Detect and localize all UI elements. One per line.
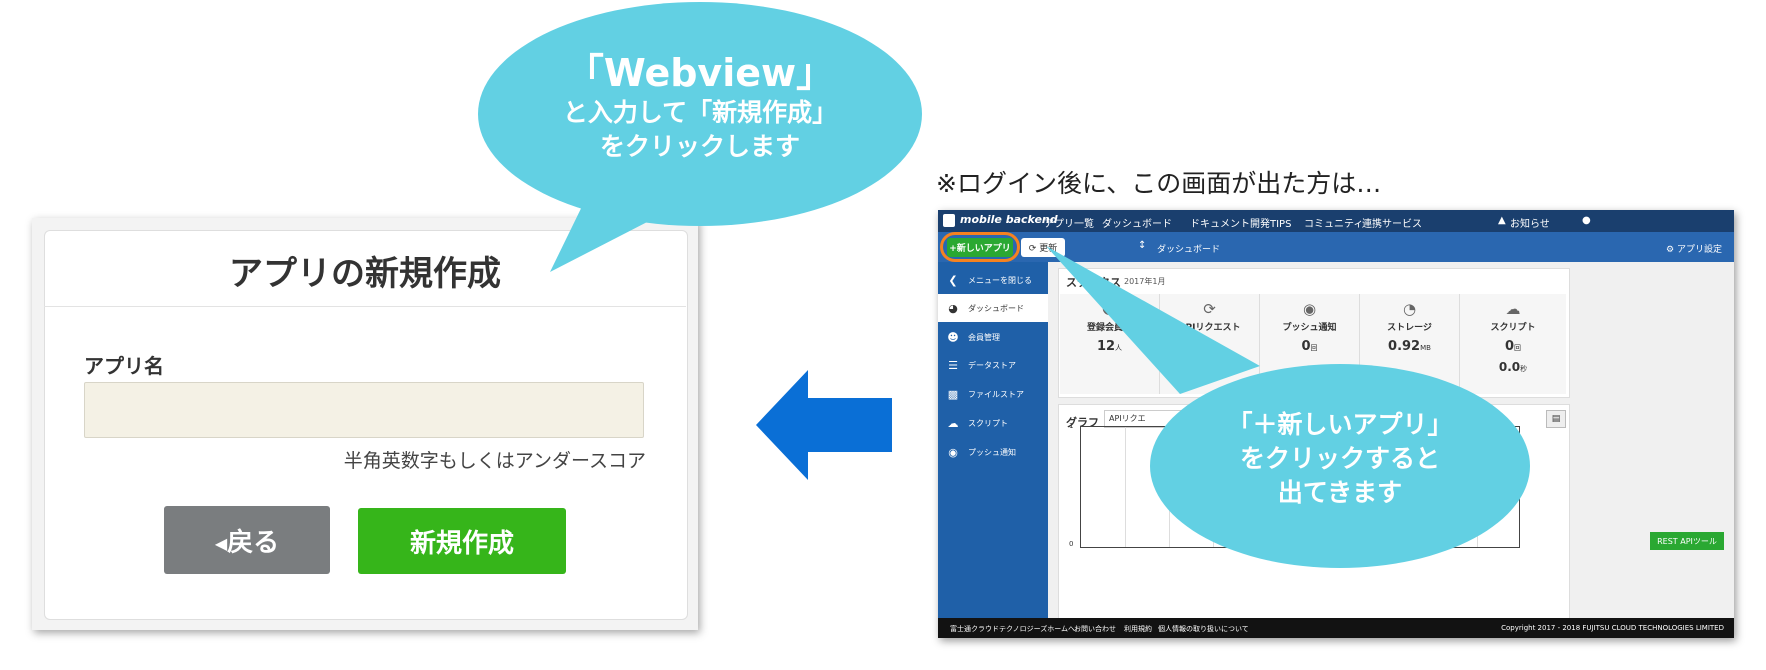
footer-copyright: Copyright 2017 - 2018 FUJITSU CLOUD TECH… (1501, 624, 1724, 632)
arrow-left-circle-icon: ❮ (948, 273, 958, 287)
file-icon: ▩ (947, 387, 959, 401)
callout-top-line2: と入力して「新規作成」 (562, 98, 838, 127)
sidebar-item-label: プッシュ通知 (968, 447, 1016, 457)
app-name-input[interactable] (84, 382, 644, 438)
footer-link-home[interactable]: 富士通クラウドテクノロジーズホームへ (950, 624, 1075, 634)
nav-dev-tips[interactable]: 開発TIPS (1250, 215, 1291, 230)
gear-icon: ⚙ (1666, 245, 1675, 255)
callout-top-text: 「Webview」 と入力して「新規作成」 をクリックします (450, 50, 950, 164)
callout-bottom-line3: 出てきます (1277, 478, 1403, 507)
back-button[interactable]: ◀戻る (164, 506, 330, 574)
nav-notifications[interactable]: お知らせ (1510, 215, 1550, 230)
gauge-icon: ◕ (948, 301, 958, 315)
sidebar-item-label: データストア (968, 360, 1016, 370)
sidebar-item-label: 会員管理 (968, 332, 1000, 342)
nav-community[interactable]: コミュニティ (1304, 215, 1363, 230)
footer-link-privacy[interactable]: 個人情報の取り扱いについて (1158, 624, 1249, 634)
callout-bottom-line1: 「＋新しいアプリ」 (1227, 410, 1453, 439)
footer-link-terms[interactable]: 利用規約 (1124, 624, 1152, 634)
app-settings-label: アプリ設定 (1676, 245, 1722, 255)
login-note: ※ログイン後に、この画面が出た方は… (936, 169, 1382, 198)
logo-icon (943, 214, 955, 227)
app-name-hint: 半角英数字もしくはアンダースコア (343, 450, 646, 472)
app-logo: mobile backend (960, 213, 1058, 226)
rest-api-tool-button[interactable]: REST APIツール (1650, 532, 1724, 550)
app-settings-link[interactable]: ⚙ アプリ設定 (1666, 242, 1722, 255)
app-name-label: アプリ名 (84, 354, 164, 378)
sidebar-item-label: ダッシュボード (968, 303, 1024, 313)
nav-documents[interactable]: ドキュメント (1190, 215, 1250, 230)
users-icon: ☻ (947, 330, 959, 344)
nav-dashboard[interactable]: ダッシュボード (1102, 215, 1172, 230)
callout-top-line3: をクリックします (599, 132, 800, 161)
cloud-gear-icon: ☁ (947, 416, 959, 430)
footer-link-contact[interactable]: お問い合わせ (1074, 624, 1116, 634)
create-button[interactable]: 新規作成 (358, 508, 566, 574)
user-icon[interactable]: ● (1582, 215, 1591, 226)
list-icon: ☰ (948, 358, 958, 372)
chat-icon: ◉ (948, 445, 958, 459)
nav-integrations[interactable]: 連携サービス (1362, 215, 1422, 230)
chevron-left-icon: ◀ (214, 533, 228, 553)
sidebar-item-label: スクリプト (968, 418, 1008, 428)
callout-bottom-line2: をクリックすると (1239, 444, 1440, 473)
arrow-left-icon (756, 370, 892, 480)
sidebar-item-label: メニューを閉じる (968, 275, 1032, 285)
bell-icon[interactable]: ▲ (1498, 215, 1506, 226)
dialog-divider (44, 306, 686, 307)
back-button-label: 戻る (227, 527, 280, 558)
nav-app-list[interactable]: アプリ一覧 (1044, 215, 1094, 230)
callout-top-line1: 「Webview」 (565, 51, 835, 95)
highlight-ring (940, 232, 1020, 262)
sidebar-item-label: ファイルストア (968, 389, 1024, 399)
callout-bottom-text: 「＋新しいアプリ」 をクリックすると 出てきます (1180, 408, 1500, 510)
